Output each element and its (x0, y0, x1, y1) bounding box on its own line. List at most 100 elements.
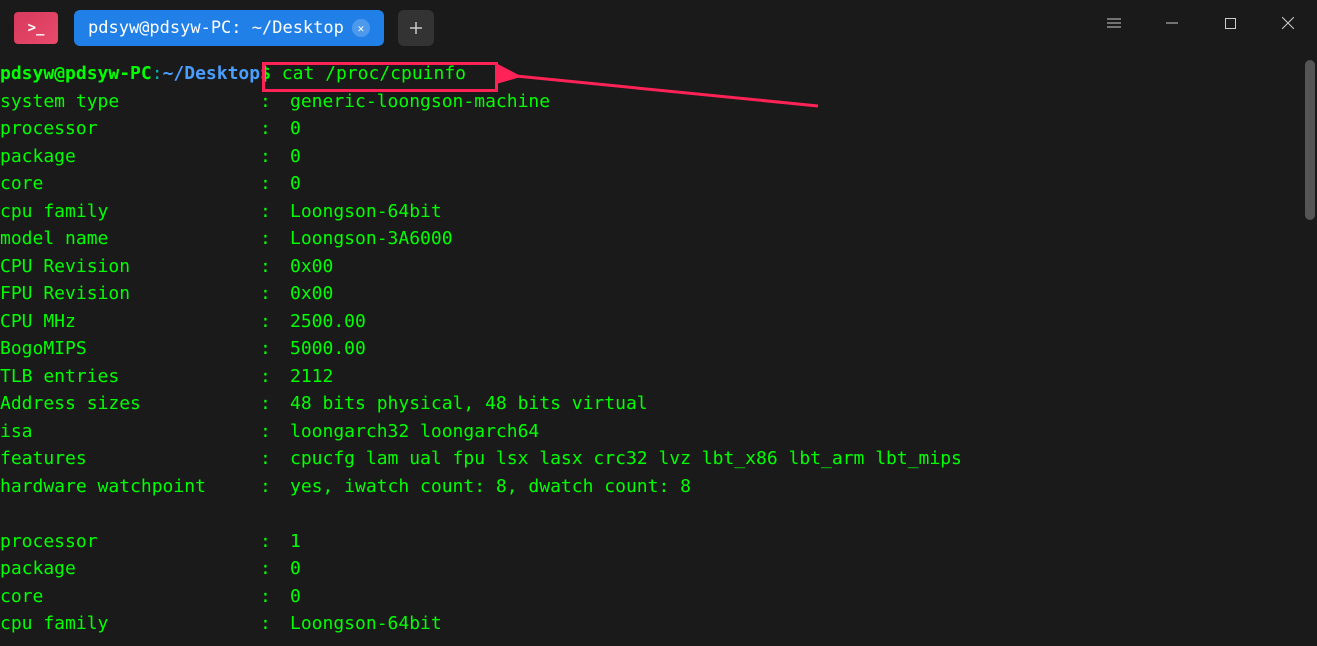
close-icon (1282, 17, 1294, 29)
output-key: core (0, 170, 260, 198)
output-separator: : (260, 225, 290, 253)
output-separator: : (260, 445, 290, 473)
output-row: hardware watchpoint: yes, iwatch count: … (0, 473, 1317, 501)
output-value: 2500.00 (290, 308, 1317, 336)
output-row: BogoMIPS: 5000.00 (0, 335, 1317, 363)
output-row: CPU Revision: 0x00 (0, 253, 1317, 281)
output-row: Address sizes: 48 bits physical, 48 bits… (0, 390, 1317, 418)
maximize-button[interactable] (1201, 0, 1259, 46)
output-row: CPU MHz: 2500.00 (0, 308, 1317, 336)
terminal-output[interactable]: pdsyw@pdsyw-PC:~/Desktop$ cat /proc/cpui… (0, 56, 1317, 638)
output-separator: : (260, 610, 290, 638)
output-separator: : (260, 253, 290, 281)
maximize-icon (1225, 18, 1236, 29)
close-tab-icon[interactable]: ✕ (352, 19, 370, 37)
output-value: 0 (290, 555, 1317, 583)
output-value: generic-loongson-machine (290, 88, 1317, 116)
output-key: hardware watchpoint (0, 473, 260, 501)
output-value: Loongson-64bit (290, 610, 1317, 638)
output-value: cpucfg lam ual fpu lsx lasx crc32 lvz lb… (290, 445, 1317, 473)
output-key: FPU Revision (0, 280, 260, 308)
output-separator: : (260, 198, 290, 226)
terminal-tab-active[interactable]: pdsyw@pdsyw-PC: ~/Desktop ✕ (74, 10, 384, 46)
window-controls (1085, 0, 1317, 46)
output-row: processor: 1 (0, 528, 1317, 556)
output-row: TLB entries: 2112 (0, 363, 1317, 391)
output-separator: : (260, 308, 290, 336)
output-value: yes, iwatch count: 8, dwatch count: 8 (290, 473, 1317, 501)
tab-strip: pdsyw@pdsyw-PC: ~/Desktop ✕ (74, 10, 434, 46)
close-window-button[interactable] (1259, 0, 1317, 46)
output-separator: : (260, 555, 290, 583)
output-value: 0 (290, 143, 1317, 171)
blank-line (0, 500, 1317, 528)
command-prompt-line: pdsyw@pdsyw-PC:~/Desktop$ cat /proc/cpui… (0, 60, 1317, 88)
output-value: 5000.00 (290, 335, 1317, 363)
output-key: package (0, 555, 260, 583)
output-row: core: 0 (0, 170, 1317, 198)
output-key: CPU MHz (0, 308, 260, 336)
output-key: isa (0, 418, 260, 446)
app-icon: >_ (14, 12, 58, 44)
hamburger-icon (1107, 18, 1121, 28)
output-key: core (0, 583, 260, 611)
output-separator: : (260, 473, 290, 501)
output-value: 48 bits physical, 48 bits virtual (290, 390, 1317, 418)
output-row: processor: 0 (0, 115, 1317, 143)
output-separator: : (260, 88, 290, 116)
output-key: TLB entries (0, 363, 260, 391)
output-block-cpu0: system type: generic-loongson-machinepro… (0, 88, 1317, 501)
output-key: package (0, 143, 260, 171)
titlebar: >_ pdsyw@pdsyw-PC: ~/Desktop ✕ (0, 0, 1317, 56)
output-separator: : (260, 390, 290, 418)
output-key: system type (0, 88, 260, 116)
output-value: 0 (290, 170, 1317, 198)
output-key: processor (0, 528, 260, 556)
output-row: package: 0 (0, 143, 1317, 171)
output-value: Loongson-3A6000 (290, 225, 1317, 253)
output-row: core: 0 (0, 583, 1317, 611)
output-row: system type: generic-loongson-machine (0, 88, 1317, 116)
output-separator: : (260, 583, 290, 611)
output-row: package: 0 (0, 555, 1317, 583)
output-key: Address sizes (0, 390, 260, 418)
output-separator: : (260, 115, 290, 143)
output-value: 1 (290, 528, 1317, 556)
output-value: loongarch32 loongarch64 (290, 418, 1317, 446)
output-value: 0x00 (290, 253, 1317, 281)
output-separator: : (260, 170, 290, 198)
output-row: FPU Revision: 0x00 (0, 280, 1317, 308)
output-key: model name (0, 225, 260, 253)
minimize-icon (1166, 17, 1178, 29)
menu-button[interactable] (1085, 0, 1143, 46)
output-key: cpu family (0, 198, 260, 226)
output-separator: : (260, 280, 290, 308)
output-value: 2112 (290, 363, 1317, 391)
output-value: Loongson-64bit (290, 198, 1317, 226)
output-block-cpu1: processor: 1package: 0core: 0cpu family:… (0, 528, 1317, 638)
prompt-colon: : (152, 63, 163, 84)
minimize-button[interactable] (1143, 0, 1201, 46)
command-text: cat /proc/cpuinfo (271, 63, 466, 84)
output-value: 0 (290, 115, 1317, 143)
output-key: BogoMIPS (0, 335, 260, 363)
prompt-user: pdsyw@pdsyw-PC (0, 63, 152, 84)
output-row: cpu family: Loongson-64bit (0, 610, 1317, 638)
output-separator: : (260, 363, 290, 391)
output-row: features: cpucfg lam ual fpu lsx lasx cr… (0, 445, 1317, 473)
output-key: CPU Revision (0, 253, 260, 281)
output-key: cpu family (0, 610, 260, 638)
output-value: 0 (290, 583, 1317, 611)
prompt-dollar: $ (260, 63, 271, 84)
output-separator: : (260, 335, 290, 363)
new-tab-button[interactable] (398, 10, 434, 46)
scrollbar-thumb[interactable] (1305, 60, 1315, 220)
prompt-path: ~/Desktop (163, 63, 261, 84)
output-row: isa: loongarch32 loongarch64 (0, 418, 1317, 446)
output-separator: : (260, 528, 290, 556)
output-separator: : (260, 418, 290, 446)
output-separator: : (260, 143, 290, 171)
output-key: features (0, 445, 260, 473)
output-row: cpu family: Loongson-64bit (0, 198, 1317, 226)
output-row: model name: Loongson-3A6000 (0, 225, 1317, 253)
